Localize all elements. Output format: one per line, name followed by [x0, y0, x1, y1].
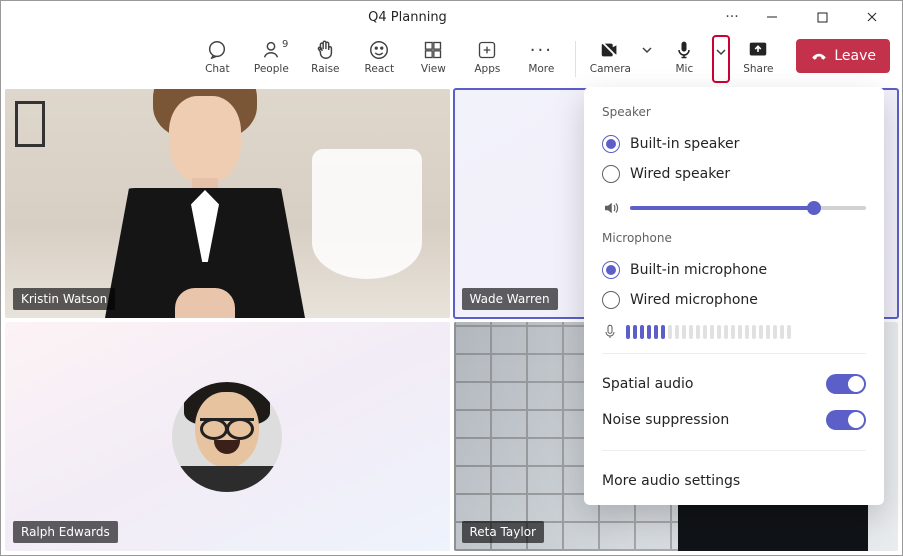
- minimize-button[interactable]: [750, 3, 794, 31]
- apps-label: Apps: [474, 63, 500, 75]
- view-label: View: [421, 63, 446, 75]
- camera-button[interactable]: Camera: [584, 35, 636, 83]
- radio-unselected-icon: [602, 291, 620, 309]
- chat-button[interactable]: Chat: [191, 35, 243, 83]
- meeting-toolbar: Chat 9 People Raise React View: [1, 33, 902, 87]
- mic-label: Mic: [675, 63, 693, 75]
- volume-icon: [602, 199, 620, 217]
- apps-button[interactable]: Apps: [461, 35, 513, 83]
- people-icon: 9: [260, 39, 282, 61]
- react-button[interactable]: React: [353, 35, 405, 83]
- leave-button[interactable]: Leave: [796, 39, 890, 73]
- mic-dropdown[interactable]: [712, 35, 730, 83]
- more-audio-settings-link[interactable]: More audio settings: [602, 463, 866, 489]
- window-title: Q4 Planning: [19, 10, 716, 25]
- radio-selected-icon: [602, 135, 620, 153]
- radio-unselected-icon: [602, 165, 620, 183]
- plus-square-icon: [477, 39, 497, 61]
- participant-tile[interactable]: Kristin Watson: [5, 89, 450, 318]
- grid-icon: [423, 39, 443, 61]
- leave-label: Leave: [834, 48, 876, 64]
- mic-icon: [674, 39, 694, 61]
- participant-name: Ralph Edwards: [13, 521, 118, 543]
- noise-suppression-toggle[interactable]: [826, 410, 866, 430]
- mic-option-wired[interactable]: Wired microphone: [602, 285, 866, 315]
- camera-label: Camera: [590, 63, 631, 75]
- mic-level-meter: [626, 325, 791, 339]
- close-button[interactable]: [850, 3, 894, 31]
- participant-tile[interactable]: Ralph Edwards: [5, 322, 450, 551]
- mic-option-label: Built-in microphone: [630, 262, 767, 278]
- audio-settings-panel: Speaker Built-in speaker Wired speaker M…: [584, 87, 884, 505]
- volume-slider[interactable]: [630, 206, 866, 210]
- more-button[interactable]: ··· More: [515, 35, 567, 83]
- raise-hand-button[interactable]: Raise: [299, 35, 351, 83]
- camera-off-icon: [599, 39, 621, 61]
- participant-name: Reta Taylor: [462, 521, 544, 543]
- title-bar: Q4 Planning ···: [1, 1, 902, 33]
- people-count: 9: [282, 39, 288, 50]
- toolbar-separator: [575, 41, 576, 77]
- radio-selected-icon: [602, 261, 620, 279]
- hand-icon: [314, 39, 336, 61]
- hangup-icon: [810, 47, 828, 65]
- camera-dropdown[interactable]: [638, 35, 656, 83]
- noise-suppression-label: Noise suppression: [602, 412, 729, 428]
- speaker-option-label: Wired speaker: [630, 166, 730, 182]
- raise-label: Raise: [311, 63, 339, 75]
- spatial-audio-label: Spatial audio: [602, 376, 693, 392]
- overflow-button[interactable]: ···: [716, 9, 748, 25]
- maximize-button[interactable]: [800, 3, 844, 31]
- participant-name: Kristin Watson: [13, 288, 115, 310]
- participant-name: Wade Warren: [462, 288, 558, 310]
- speaker-option-wired[interactable]: Wired speaker: [602, 159, 866, 189]
- mic-level-icon: [602, 323, 618, 341]
- share-label: Share: [743, 63, 773, 75]
- mic-option-builtin[interactable]: Built-in microphone: [602, 255, 866, 285]
- people-button[interactable]: 9 People: [245, 35, 297, 83]
- share-button[interactable]: Share: [732, 35, 784, 83]
- spatial-audio-toggle[interactable]: [826, 374, 866, 394]
- mic-button[interactable]: Mic: [658, 35, 710, 83]
- speaker-option-builtin[interactable]: Built-in speaker: [602, 129, 866, 159]
- share-screen-icon: [747, 39, 769, 61]
- chat-icon: [206, 39, 228, 61]
- more-label: More: [528, 63, 554, 75]
- mic-option-label: Wired microphone: [630, 292, 758, 308]
- avatar: [172, 382, 282, 492]
- ellipsis-icon: ···: [530, 39, 553, 61]
- view-button[interactable]: View: [407, 35, 459, 83]
- microphone-heading: Microphone: [602, 231, 866, 245]
- people-label: People: [254, 63, 289, 75]
- speaker-option-label: Built-in speaker: [630, 136, 739, 152]
- chat-label: Chat: [205, 63, 230, 75]
- react-label: React: [365, 63, 395, 75]
- emoji-icon: [368, 39, 390, 61]
- speaker-heading: Speaker: [602, 105, 866, 119]
